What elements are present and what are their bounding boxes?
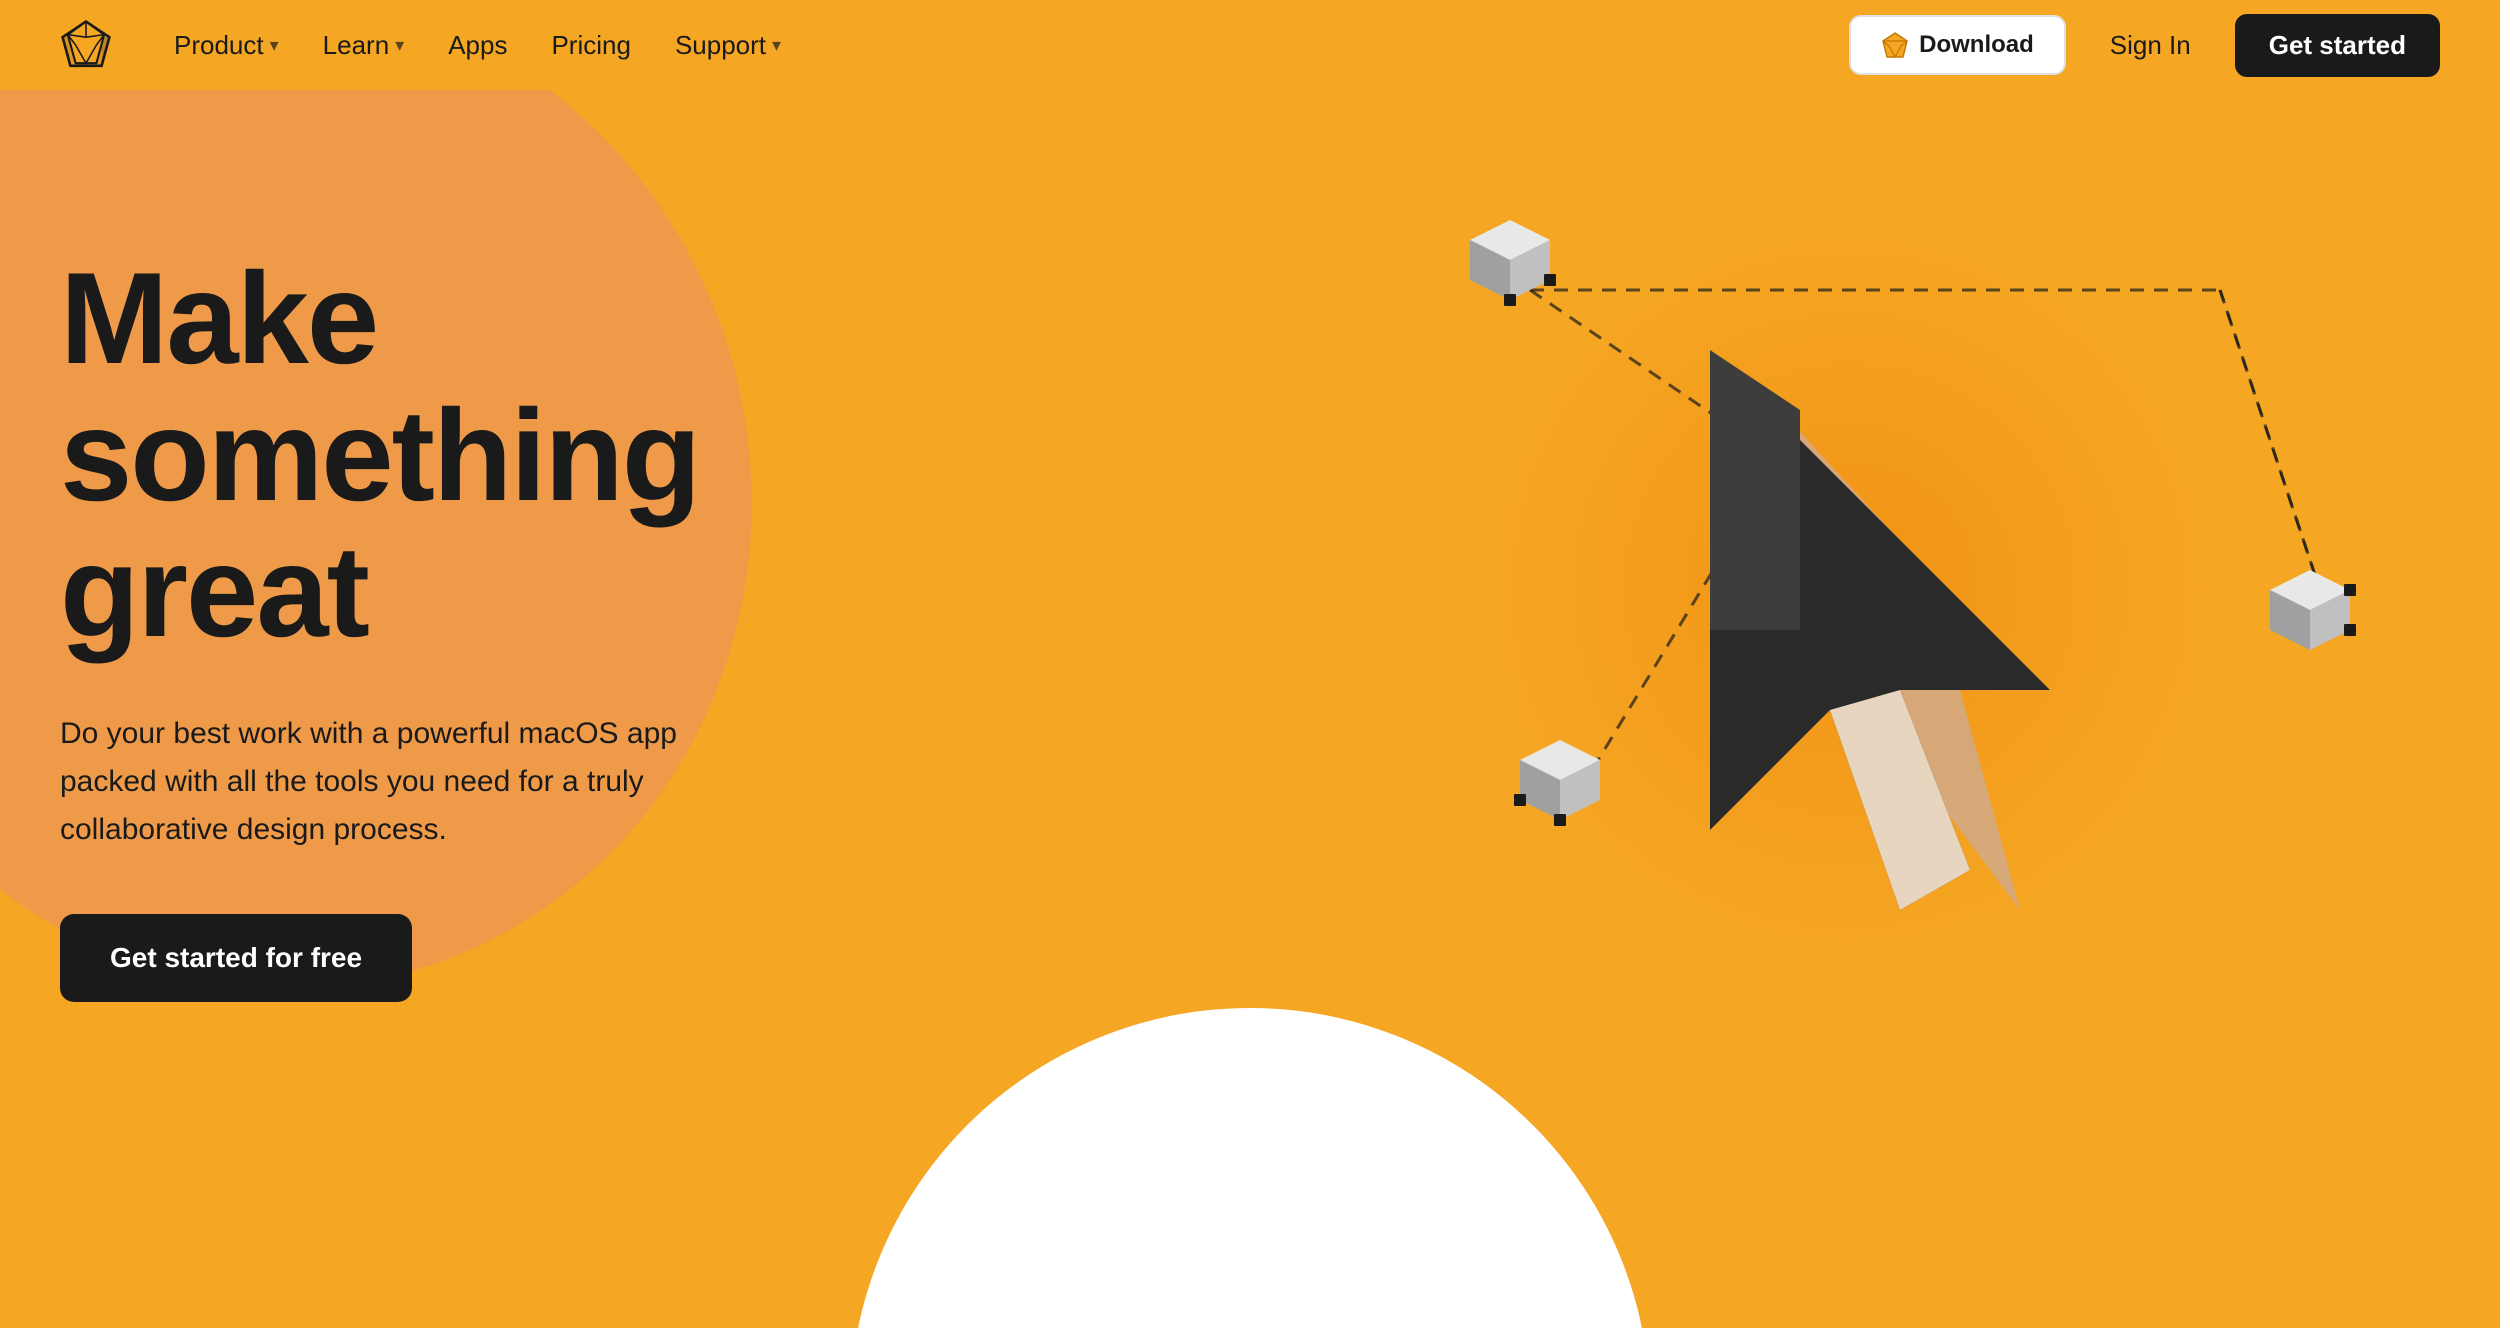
chevron-down-icon: ▾ bbox=[395, 35, 404, 56]
nav-learn[interactable]: Learn ▾ bbox=[301, 20, 427, 71]
bg-white-curve bbox=[850, 1008, 1650, 1328]
hero-illustration bbox=[1400, 150, 2500, 1050]
nav-support[interactable]: Support ▾ bbox=[653, 20, 803, 71]
nav-links: Product ▾ Learn ▾ Apps Pricing Support ▾ bbox=[152, 20, 1849, 71]
hero-headline: Make something great bbox=[60, 250, 960, 660]
get-started-nav-button[interactable]: Get started bbox=[2235, 14, 2440, 77]
nav-right: Download Sign In Get started bbox=[1849, 14, 2440, 77]
logo[interactable] bbox=[60, 19, 112, 71]
hero-cta-button[interactable]: Get started for free bbox=[60, 914, 412, 1002]
main-nav: Product ▾ Learn ▾ Apps Pricing Support ▾… bbox=[0, 0, 2500, 90]
chevron-down-icon: ▾ bbox=[270, 35, 279, 56]
nav-product[interactable]: Product ▾ bbox=[152, 20, 301, 71]
chevron-down-icon: ▾ bbox=[772, 35, 781, 56]
hero-section: Make something great Do your best work w… bbox=[0, 90, 2500, 1328]
hero-subtext: Do your best work with a powerful macOS … bbox=[60, 710, 760, 854]
nav-pricing[interactable]: Pricing bbox=[529, 20, 652, 71]
download-button[interactable]: Download bbox=[1849, 15, 2066, 75]
signin-button[interactable]: Sign In bbox=[2086, 16, 2215, 75]
nav-apps[interactable]: Apps bbox=[426, 20, 529, 71]
hero-content: Make something great Do your best work w… bbox=[60, 250, 960, 1002]
